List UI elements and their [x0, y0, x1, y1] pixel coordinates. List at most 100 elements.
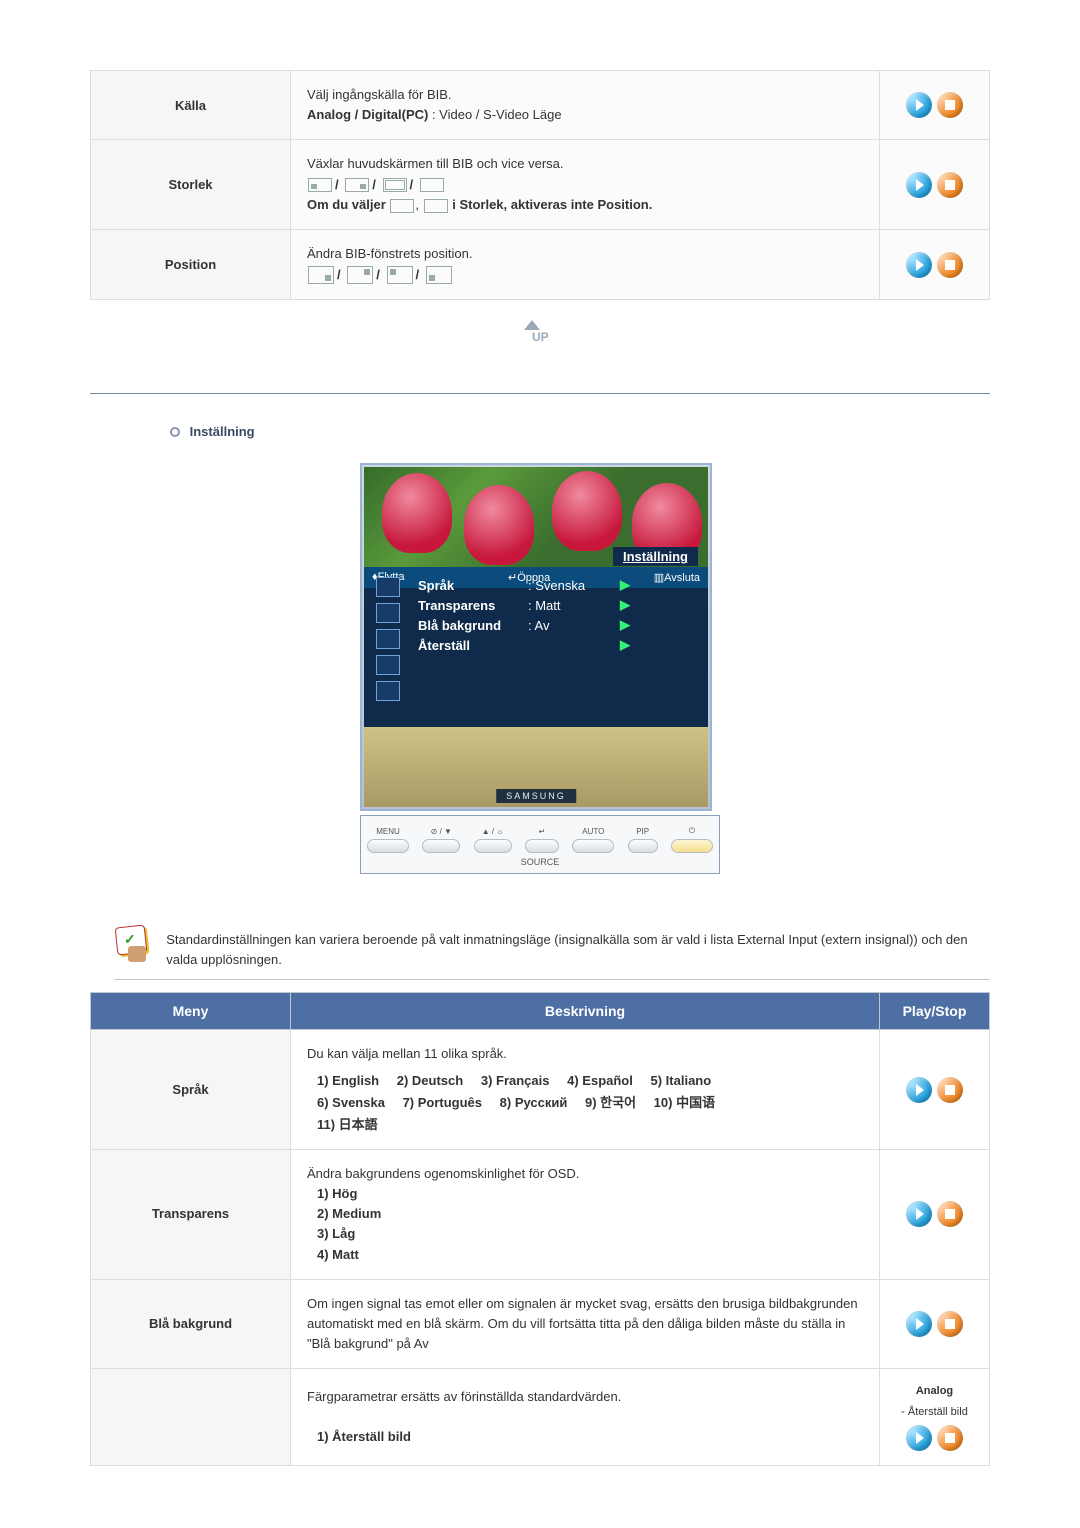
table-row: Språk Du kan välja mellan 11 olika språk…	[91, 1030, 990, 1150]
osd-row-label: Blå bakgrund	[418, 618, 528, 633]
table-row: Blå bakgrund Om ingen signal tas emot el…	[91, 1279, 990, 1368]
osd-rows: Språk: Svenska▶ Transparens: Matt▶ Blå b…	[418, 575, 698, 655]
option-item: 4) Matt	[317, 1245, 863, 1265]
power-button: ⏻	[671, 826, 713, 853]
text: Välj ingångskälla för BIB.	[307, 87, 452, 102]
osd-screen: Inställning Språk: Svenska▶ Transparens:…	[360, 463, 712, 811]
row-bla-label: Blå bakgrund	[91, 1279, 291, 1368]
osd-row-label: Återställ	[418, 638, 528, 653]
chevron-right-icon: ▶	[620, 577, 630, 593]
section-divider	[90, 393, 990, 394]
osd-category-icons	[370, 573, 406, 707]
up-arrow-icon	[524, 320, 540, 330]
play-icon[interactable]	[906, 1077, 932, 1103]
pip-size-label: Storlek	[91, 140, 291, 230]
osd-category-icon	[376, 655, 400, 675]
lang-item: 7) Português	[403, 1093, 482, 1113]
lang-item: 8) Русский	[500, 1093, 568, 1113]
option-item: 2) Medium	[317, 1204, 863, 1224]
play-icon[interactable]	[906, 1201, 932, 1227]
table-row: Position Ändra BIB-fönstrets position. /…	[91, 230, 990, 300]
osd-row: Blå bakgrund: Av▶	[418, 615, 698, 635]
text: Ändra bakgrundens ogenomskinlighet för O…	[307, 1166, 579, 1181]
chevron-right-icon: ▶	[620, 637, 630, 653]
settings-table: Meny Beskrivning Play/Stop Språk Du kan …	[90, 992, 990, 1466]
page: Källa Välj ingångskälla för BIB. Analog …	[0, 0, 1080, 1506]
table-row: Färgparametrar ersätts av förinställda s…	[91, 1369, 990, 1466]
stop-icon[interactable]	[937, 252, 963, 278]
label: ▲ / ☼	[482, 827, 504, 836]
label: ⏻	[689, 826, 695, 836]
play-icon[interactable]	[906, 172, 932, 198]
up-bright-button: ▲ / ☼	[474, 827, 512, 853]
row-reset-desc: Färgparametrar ersätts av förinställda s…	[291, 1369, 880, 1466]
lang-item: 1) English	[317, 1071, 379, 1091]
size-option-icon	[420, 178, 444, 192]
label: ⊘ / ▼	[431, 827, 452, 836]
play-icon[interactable]	[906, 1311, 932, 1337]
size-option-icon	[390, 199, 414, 213]
stop-icon[interactable]	[937, 1077, 963, 1103]
table-row: Källa Välj ingångskälla för BIB. Analog …	[91, 71, 990, 140]
up-link[interactable]: UP	[90, 320, 990, 353]
osd-category-icon	[376, 681, 400, 701]
size-icon-group: / / /	[307, 175, 445, 196]
pip-position-label: Position	[91, 230, 291, 300]
play-stop-cell	[880, 1030, 990, 1150]
row-transparens-label: Transparens	[91, 1150, 291, 1280]
text: Du kan välja mellan 11 olika språk.	[307, 1046, 507, 1061]
stop-icon[interactable]	[937, 92, 963, 118]
osd-row-value: : Svenska	[528, 578, 620, 593]
chevron-right-icon: ▶	[620, 597, 630, 613]
play-icon[interactable]	[906, 92, 932, 118]
source-button-label: SOURCE	[367, 857, 713, 867]
row-sprak-desc: Du kan välja mellan 11 olika språk. 1) E…	[291, 1030, 880, 1150]
header-playstop: Play/Stop	[880, 993, 990, 1030]
play-stop-cell	[880, 230, 990, 300]
option-item: 3) Låg	[317, 1224, 863, 1244]
stop-icon[interactable]	[937, 1311, 963, 1337]
position-option-icon	[426, 266, 452, 284]
row-sprak-label: Språk	[91, 1030, 291, 1150]
play-icon[interactable]	[906, 252, 932, 278]
text-bold: i Storlek, aktiveras inte Position.	[452, 197, 652, 212]
pip-settings-table: Källa Välj ingångskälla för BIB. Analog …	[90, 70, 990, 300]
pip-source-desc: Välj ingångskälla för BIB. Analog / Digi…	[291, 71, 880, 140]
osd-category-icon	[376, 629, 400, 649]
mute-down-button: ⊘ / ▼	[422, 827, 460, 853]
osd-row: Transparens: Matt▶	[418, 595, 698, 615]
pip-button: PIP	[628, 827, 658, 853]
play-stop-cell	[880, 140, 990, 230]
bullet-icon	[170, 427, 180, 437]
enter-button: ↵	[525, 827, 559, 853]
stop-icon[interactable]	[937, 1201, 963, 1227]
table-row: Transparens Ändra bakgrundens ogenomskin…	[91, 1150, 990, 1280]
position-option-icon	[308, 266, 334, 284]
note-text: Standardinställningen kan variera beroen…	[166, 924, 990, 969]
play-stop-cell	[880, 71, 990, 140]
pip-source-label: Källa	[91, 71, 291, 140]
lang-item: 6) Svenska	[317, 1093, 385, 1113]
menu-button-label: MENU	[376, 827, 400, 836]
pip-button-label: PIP	[636, 827, 649, 836]
osd-category-icon	[376, 603, 400, 623]
label: ↵	[539, 827, 546, 836]
play-icon[interactable]	[906, 1425, 932, 1451]
auto-button: AUTO	[572, 827, 614, 853]
analog-sublabel: - Återställ bild	[896, 1404, 973, 1421]
stop-icon[interactable]	[937, 1425, 963, 1451]
note-block: ✓ Standardinställningen kan variera bero…	[114, 924, 990, 980]
stop-icon[interactable]	[937, 172, 963, 198]
header-desc: Beskrivning	[291, 993, 880, 1030]
position-icon-group: / / /	[307, 265, 453, 286]
analog-label: Analog	[896, 1383, 973, 1400]
note-icon: ✓	[114, 924, 146, 964]
row-reset-label	[91, 1369, 291, 1466]
section-title-text: Inställning	[190, 424, 255, 439]
osd-category-icon	[376, 577, 400, 597]
osd-row-label: Språk	[418, 578, 528, 593]
option-item: 1) Återställ bild	[317, 1429, 411, 1444]
text-bold: Analog / Digital(PC)	[307, 107, 432, 122]
text: : Video / S-Video Läge	[432, 107, 562, 122]
position-option-icon	[387, 266, 413, 284]
